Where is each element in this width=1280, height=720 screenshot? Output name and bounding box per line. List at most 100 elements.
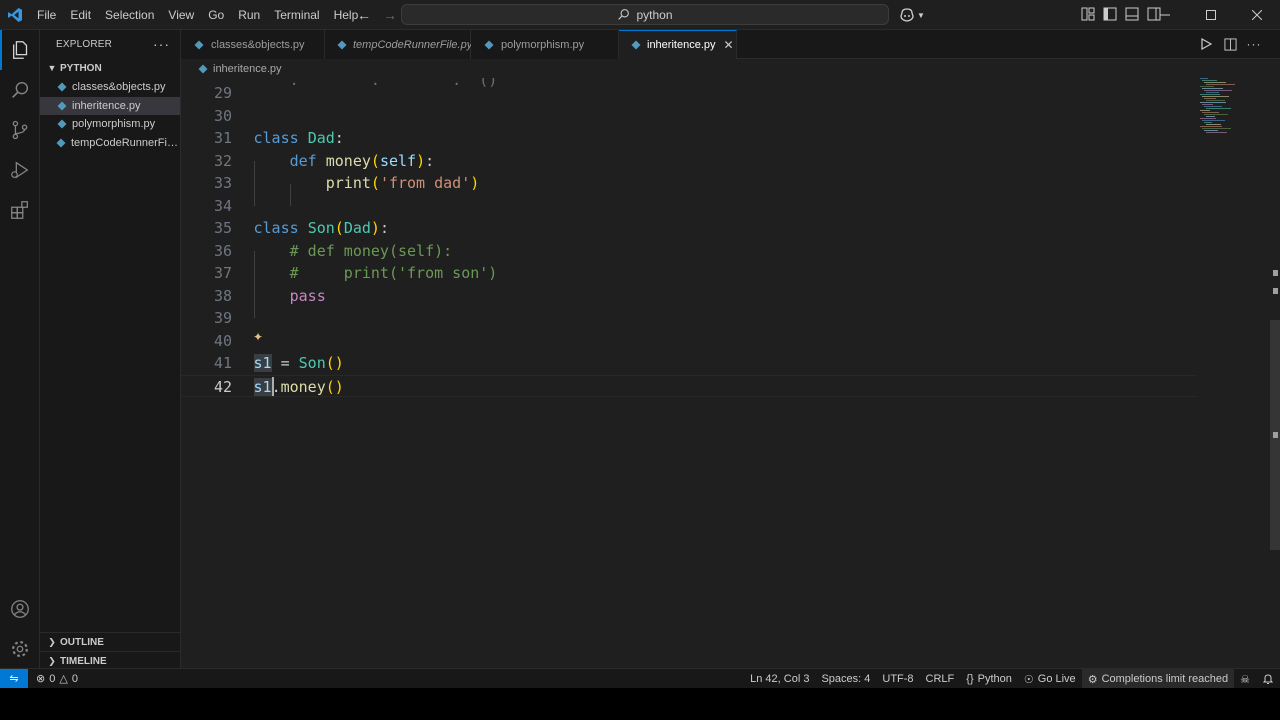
file-item[interactable]: classes&objects.py — [40, 78, 180, 97]
line-number: 33 — [213, 174, 232, 192]
code-text: def money(self): — [289, 151, 435, 170]
run-debug-icon[interactable] — [0, 150, 40, 190]
tab[interactable]: inheritence.py ✕ — [619, 30, 737, 59]
tab[interactable]: tempCodeRunnerFile.py — [325, 30, 472, 59]
file-item[interactable]: polymorphism.py — [40, 115, 180, 134]
more-actions-icon[interactable]: ··· — [153, 36, 170, 52]
python-file-icon — [56, 137, 67, 149]
folder-label: PYTHON — [60, 62, 102, 74]
code-line[interactable]: 40 — [181, 330, 1196, 353]
copilot-menu[interactable]: ▼ — [899, 6, 925, 24]
menu-view[interactable]: View — [161, 0, 201, 30]
copilot-status[interactable]: ⚙ Completions limit reached — [1081, 669, 1235, 689]
code-text: # print('from son') — [289, 264, 498, 282]
run-file-icon[interactable] — [1198, 36, 1214, 52]
code-line[interactable]: 32 def money(self): — [181, 150, 1196, 173]
tab[interactable]: polymorphism.py — [471, 30, 619, 59]
file-item[interactable]: inheritence.py — [40, 96, 180, 115]
code-line[interactable]: 37 # print('from son') — [181, 262, 1196, 285]
language-mode[interactable]: {} Python — [960, 669, 1018, 689]
minimap-line — [1206, 84, 1235, 85]
python-file-icon — [56, 100, 68, 112]
maximize-icon[interactable] — [1188, 0, 1234, 30]
tab-label: inheritence.py — [647, 39, 716, 51]
tab-label: polymorphism.py — [501, 38, 585, 51]
line-number: 39 — [213, 309, 232, 327]
code-line[interactable]: 42 s1.money() — [181, 374, 1196, 397]
notifications-bell-icon[interactable] — [1256, 669, 1280, 689]
file-label: tempCodeRunnerFile.py — [70, 136, 180, 149]
code-line[interactable]: 35 class Son(Dad): — [181, 217, 1196, 240]
file-item[interactable]: tempCodeRunnerFile.py — [40, 134, 180, 153]
code-line[interactable]: 30 — [181, 105, 1196, 128]
code-line[interactable]: 38 pass — [181, 285, 1196, 308]
files-icon[interactable] — [0, 30, 40, 70]
source-control-icon[interactable] — [0, 110, 40, 150]
menu-edit[interactable]: Edit — [63, 0, 98, 30]
code-line[interactable]: 34 — [181, 195, 1196, 218]
encoding[interactable]: UTF-8 — [876, 669, 919, 689]
code-line[interactable]: 33 print('from dad') — [181, 172, 1196, 195]
back-arrow-icon[interactable]: ← — [354, 5, 374, 25]
menu-file[interactable]: File — [30, 0, 63, 30]
ai-sparkle-icon[interactable]: ✦ — [253, 330, 263, 344]
code-line[interactable]: 29 — [181, 82, 1196, 105]
text-cursor — [272, 376, 274, 396]
folder-python[interactable]: ▼ PYTHON — [40, 58, 180, 78]
manage-gear-icon[interactable] — [0, 629, 40, 669]
outline-section[interactable]: ❯ OUTLINE — [40, 632, 181, 651]
search-icon[interactable] — [0, 70, 40, 110]
minimap-line — [1204, 106, 1222, 107]
navigation-arrows: ← → — [354, 0, 400, 30]
code-line[interactable]: 36 # def money(self): — [181, 240, 1196, 263]
cursor-position[interactable]: Ln 42, Col 3 — [744, 669, 815, 689]
forward-arrow-icon[interactable]: → — [380, 5, 400, 25]
toggle-panel-icon[interactable] — [1124, 6, 1140, 22]
tab[interactable]: classes&objects.py — [181, 30, 325, 59]
minimap[interactable] — [1196, 78, 1272, 668]
remote-indicator-icon[interactable]: ⇋ — [0, 668, 28, 689]
line-number: 38 — [213, 286, 232, 305]
customize-layout-icon[interactable] — [1080, 6, 1096, 22]
more-actions-icon[interactable]: ··· — [1246, 36, 1262, 52]
copilot-icon[interactable]: ☠ — [1234, 669, 1256, 689]
menu-terminal[interactable]: Terminal — [267, 0, 326, 30]
split-editor-icon[interactable] — [1222, 36, 1238, 52]
toggle-primary-sidebar-icon[interactable] — [1102, 6, 1118, 22]
tab-label: classes&objects.py — [211, 38, 305, 51]
menu-run[interactable]: Run — [231, 0, 267, 30]
chevron-right-icon: ❯ — [48, 655, 56, 666]
chevron-down-icon: ▼ — [47, 63, 57, 73]
minimize-icon[interactable] — [1142, 0, 1188, 30]
scrollbar-marker — [1273, 432, 1278, 438]
indentation[interactable]: Spaces: 4 — [815, 669, 876, 689]
code-line[interactable]: 31 class Dad: — [181, 127, 1196, 150]
minimap-line — [1204, 122, 1212, 123]
line-ending[interactable]: CRLF — [920, 669, 961, 689]
menu-selection[interactable]: Selection — [98, 0, 161, 30]
minimap-line — [1200, 78, 1208, 79]
code-text: pass — [289, 286, 326, 305]
code-text: print('from dad') — [325, 174, 480, 192]
code-line[interactable]: 41 s1 = Son() — [181, 352, 1196, 375]
warning-count: 0 — [71, 672, 78, 685]
account-icon[interactable] — [0, 589, 40, 629]
activity-bar — [0, 30, 40, 668]
close-tab-icon[interactable]: ✕ — [724, 38, 734, 52]
problems-indicator[interactable]: ⊗ 0 △ 0 — [28, 672, 78, 686]
line-number: 31 — [213, 129, 232, 147]
minimap-line — [1202, 120, 1225, 121]
breadcrumb[interactable]: inheritence.py — [181, 59, 282, 78]
minimap-line — [1202, 104, 1213, 105]
code-editor[interactable]: . . . () 29 30 31 class Dad: 32 def money(se… — [181, 78, 1280, 668]
go-live-label: Go Live — [1037, 673, 1076, 685]
command-center-search[interactable]: python — [401, 4, 889, 25]
close-window-icon[interactable] — [1234, 0, 1280, 30]
extensions-icon[interactable] — [0, 190, 40, 230]
code-line[interactable]: 39 — [181, 307, 1196, 330]
copilot-status-label: Completions limit reached — [1101, 673, 1229, 685]
menu-go[interactable]: Go — [201, 0, 231, 30]
go-live-button[interactable]: ☉ Go Live — [1018, 669, 1082, 689]
minimap-line — [1200, 118, 1216, 119]
line-number: 30 — [213, 106, 232, 125]
